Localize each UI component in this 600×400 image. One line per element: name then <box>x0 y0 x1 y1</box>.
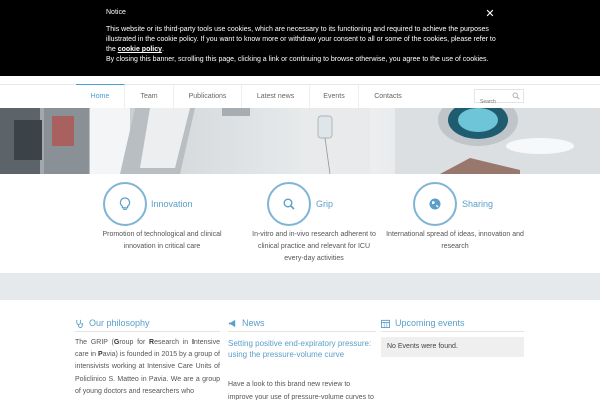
grip-circle <box>267 182 311 226</box>
hero-image <box>0 108 600 174</box>
philo-text: roup for <box>119 339 150 346</box>
nav-item-publications[interactable]: Publications <box>174 85 242 108</box>
nav-item-latest-news[interactable]: Latest news <box>242 85 310 108</box>
search-icon <box>283 198 295 210</box>
nav-menu: Home Team Publications Latest news Event… <box>76 84 417 109</box>
nav-item-home[interactable]: Home <box>76 84 125 108</box>
feature-desc-line: clinical practice and relevant for ICU <box>257 243 371 250</box>
divider-band <box>0 273 600 300</box>
philosophy-heading: Our philosophy <box>75 318 150 328</box>
news-article-excerpt: Have a look to this brand new review to … <box>228 381 374 400</box>
cookie-text-part-2: . <box>162 46 164 53</box>
feature-desc-line: innovation in critical care <box>123 243 201 250</box>
search-input[interactable] <box>475 96 511 108</box>
philosophy-heading-label: Our philosophy <box>89 318 150 328</box>
lightbulb-icon <box>119 197 131 210</box>
megaphone-icon <box>228 319 236 327</box>
feature-desc-line: International spread of ideas, innovatio… <box>386 231 524 238</box>
feature-title-grip: Grip <box>316 199 334 209</box>
news-heading: News <box>228 318 265 328</box>
calendar-icon <box>381 319 390 328</box>
column-divider <box>381 331 524 332</box>
innovation-circle <box>103 182 147 226</box>
nav-item-team[interactable]: Team <box>125 85 174 108</box>
hero-photo-icu <box>0 108 600 174</box>
news-article-link[interactable]: Setting positive end-expiratory pressure… <box>228 338 373 360</box>
feature-title-innovation: Innovation <box>151 199 193 209</box>
philosophy-text: The GRIP (Group for Research in Intensiv… <box>75 337 220 398</box>
no-events-message: No Events were found. <box>381 337 524 357</box>
feature-desc-line: every-day activities <box>284 255 344 262</box>
cookie-policy-link[interactable]: cookie policy <box>118 46 162 53</box>
nav-item-contacts[interactable]: Contacts <box>359 85 417 108</box>
philo-text: The GRIP ( <box>75 339 114 346</box>
feature-title-sharing: Sharing <box>462 199 494 209</box>
feature-desc-line: Promotion of technological and clinical <box>102 231 222 238</box>
stethoscope-icon <box>76 319 84 328</box>
cookie-text-part-3: By closing this banner, scrolling this p… <box>106 56 489 63</box>
nav-item-events[interactable]: Events <box>310 85 359 108</box>
cookie-text-part-1: This website or its third-party tools us… <box>106 26 496 53</box>
search-box <box>474 89 524 108</box>
cookie-notice-text: This website or its third-party tools us… <box>106 25 496 65</box>
main-navigation: Home Team Publications Latest news Event… <box>0 84 600 108</box>
globe-icon <box>429 198 441 210</box>
column-divider <box>228 331 376 332</box>
philo-text: esearch in <box>154 339 192 346</box>
feature-desc-line: In-vitro and in-vivo research adherent t… <box>252 231 376 238</box>
cookie-notice: Notice This website or its third-party t… <box>0 0 600 76</box>
feature-desc-sharing: International spread of ideas, innovatio… <box>370 229 540 253</box>
cookie-notice-title: Notice <box>106 9 126 16</box>
close-icon[interactable]: ✕ <box>484 8 496 20</box>
events-heading-label: Upcoming events <box>395 318 465 328</box>
feature-desc-line: research <box>441 243 469 250</box>
search-icon[interactable] <box>512 92 520 100</box>
events-heading: Upcoming events <box>381 318 465 328</box>
column-divider <box>75 331 220 332</box>
sharing-circle <box>413 182 457 226</box>
news-heading-label: News <box>242 318 265 328</box>
